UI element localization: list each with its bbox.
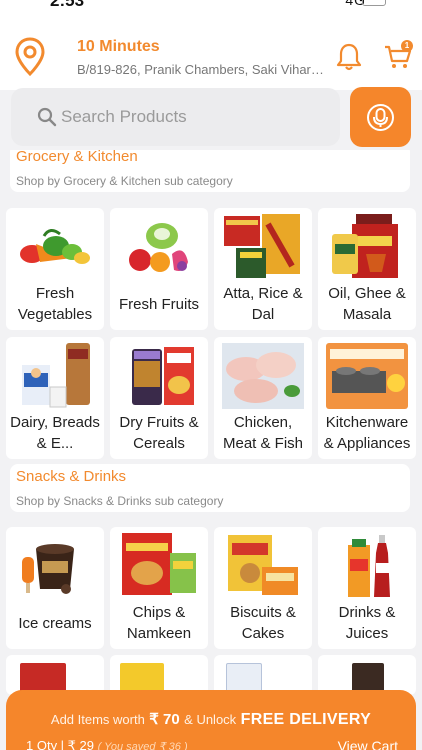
tile-label: Chicken, Meat & Fish — [222, 414, 304, 452]
savings-text: ( You saved ₹ 36 ) — [97, 741, 188, 750]
tile-label: Fresh Fruits — [118, 295, 199, 313]
banner-amount: ₹ 70 — [149, 711, 180, 728]
tile-label: Fresh Vegetables — [17, 285, 93, 323]
banner-mid: & Unlock — [184, 712, 237, 727]
delivery-address[interactable]: B/819-826, Pranik Chambers, Saki Vihar R… — [77, 62, 327, 77]
tile-label: Oil, Ghee & Masala — [328, 285, 406, 323]
tile-label: Chips & Namkeen — [126, 604, 192, 642]
section-header-snacks: Snacks & Drinks Shop by Snacks & Drinks … — [10, 464, 410, 512]
dairy-breads-image — [22, 343, 90, 408]
category-tile-biscuits-cakes[interactable]: Biscuits & Cakes — [214, 527, 312, 649]
biscuits-cakes-image — [228, 535, 298, 595]
search-input[interactable] — [61, 102, 321, 132]
category-tile-kitchenware-appliances[interactable]: Kitchenware & Appliances — [318, 337, 416, 459]
app-header: 10 Minutes B/819-826, Pranik Chambers, S… — [0, 12, 422, 90]
banner-prefix: Add Items worth — [50, 712, 145, 727]
section-subtitle: Shop by Snacks & Drinks sub category — [16, 494, 224, 508]
category-list[interactable]: Grocery & Kitchen Shop by Grocery & Kitc… — [0, 150, 422, 750]
tile-label: Ice creams — [18, 614, 92, 632]
atta-rice-dal-image — [224, 214, 300, 278]
chicken-meat-image — [222, 343, 304, 409]
category-tile-partial[interactable] — [318, 655, 416, 695]
voice-search-button[interactable] — [350, 87, 411, 147]
free-delivery-banner: Add Items worth ₹ 70 & Unlock FREE DELIV… — [6, 710, 416, 729]
fruits-image — [129, 223, 188, 272]
category-tile-dry-fruits-cereals[interactable]: Dry Fruits & Cereals — [110, 337, 208, 459]
category-tile-partial[interactable] — [214, 655, 312, 695]
tile-label: Dry Fruits & Cereals — [119, 414, 199, 452]
dry-fruits-image — [132, 347, 194, 405]
category-tile-fresh-vegetables[interactable]: Fresh Vegetables — [6, 208, 104, 330]
location-pin-icon[interactable] — [14, 37, 46, 77]
cart-count-badge: 1 — [401, 40, 413, 52]
category-tile-drinks-juices[interactable]: Drinks & Juices — [318, 527, 416, 649]
tile-label: Dairy, Breads & E... — [10, 414, 100, 452]
category-tile-dairy-breads-eggs[interactable]: Dairy, Breads & E... — [6, 337, 104, 459]
section-subtitle: Shop by Grocery & Kitchen sub category — [16, 174, 233, 188]
view-cart-button[interactable]: View Cart — [338, 738, 398, 750]
kitchenware-image — [326, 343, 408, 409]
chips-namkeen-image — [122, 533, 196, 595]
category-tile-atta-rice-dal[interactable]: Atta, Rice & Dal — [214, 208, 312, 330]
category-tile-partial[interactable] — [6, 655, 104, 695]
status-bar: 2:53 4G — [0, 0, 422, 12]
ice-cream-image — [22, 544, 74, 594]
vegetables-image — [20, 229, 90, 264]
cart-summary-bar[interactable]: Add Items worth ₹ 70 & Unlock FREE DELIV… — [6, 690, 416, 750]
banner-cta: FREE DELIVERY — [240, 711, 372, 728]
search-icon — [37, 107, 57, 127]
category-tile-chicken-meat-fish[interactable]: Chicken, Meat & Fish — [214, 337, 312, 459]
delivery-eta[interactable]: 10 Minutes — [77, 38, 160, 56]
search-bar[interactable] — [11, 88, 340, 146]
cart-button[interactable]: 1 — [383, 40, 413, 72]
microphone-icon — [367, 104, 394, 131]
tile-label: Biscuits & Cakes — [230, 604, 296, 642]
tile-label: Drinks & Juices — [338, 604, 396, 642]
category-tile-partial[interactable] — [110, 655, 208, 695]
bell-icon[interactable] — [335, 42, 363, 72]
oil-ghee-masala-image — [332, 214, 398, 278]
cart-qty-total: 1 Qty | ₹ 29 — [26, 738, 95, 750]
category-tile-chips-namkeen[interactable]: Chips & Namkeen — [110, 527, 208, 649]
section-header-grocery: Grocery & Kitchen Shop by Grocery & Kitc… — [10, 150, 410, 192]
section-title: Grocery & Kitchen — [16, 150, 138, 165]
tile-label: Kitchenware & Appliances — [323, 414, 411, 452]
category-tile-ice-creams[interactable]: Ice creams — [6, 527, 104, 649]
drinks-juices-image — [348, 535, 390, 597]
section-title: Snacks & Drinks — [16, 468, 127, 485]
cart-summary: 1 Qty | ₹ 29 ( You saved ₹ 36 ) — [26, 738, 188, 750]
battery-icon — [362, 0, 386, 6]
category-tile-oil-ghee-masala[interactable]: Oil, Ghee & Masala — [318, 208, 416, 330]
tile-label: Atta, Rice & Dal — [223, 285, 303, 323]
category-tile-fresh-fruits[interactable]: Fresh Fruits — [110, 208, 208, 330]
status-time: 2:53 — [50, 0, 85, 10]
